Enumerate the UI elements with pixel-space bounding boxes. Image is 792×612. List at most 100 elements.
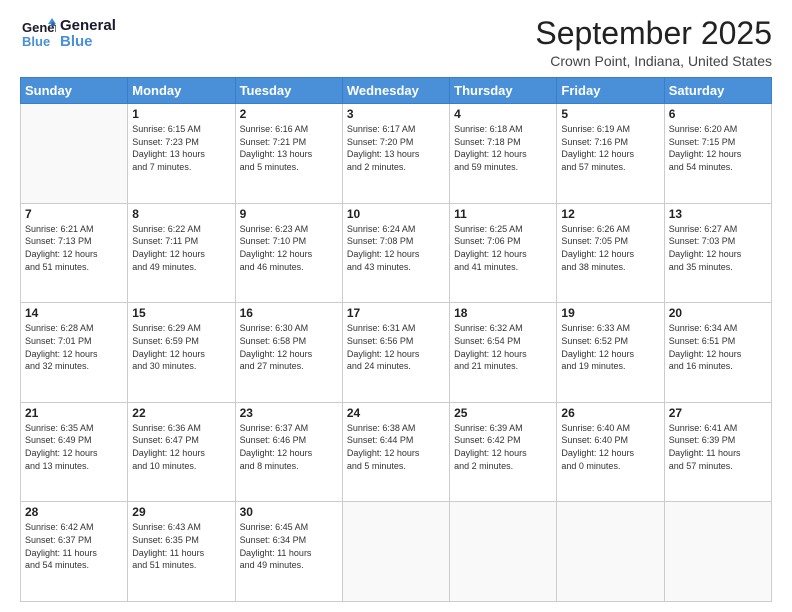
day-number: 29 [132, 505, 230, 519]
day-info: Sunrise: 6:20 AM Sunset: 7:15 PM Dayligh… [669, 123, 767, 173]
calendar-cell: 23 Sunrise: 6:37 AM Sunset: 6:46 PM Dayli… [235, 402, 342, 502]
calendar-table: SundayMondayTuesdayWednesdayThursdayFrid… [20, 77, 772, 602]
day-info: Sunrise: 6:24 AM Sunset: 7:08 PM Dayligh… [347, 223, 445, 273]
day-info: Sunrise: 6:18 AM Sunset: 7:18 PM Dayligh… [454, 123, 552, 173]
day-number: 10 [347, 207, 445, 221]
day-number: 7 [25, 207, 123, 221]
day-number: 16 [240, 306, 338, 320]
calendar-cell: 29 Sunrise: 6:43 AM Sunset: 6:35 PM Dayli… [128, 502, 235, 602]
calendar-cell [21, 104, 128, 204]
calendar-cell: 10 Sunrise: 6:24 AM Sunset: 7:08 PM Dayli… [342, 203, 449, 303]
day-number: 3 [347, 107, 445, 121]
day-info: Sunrise: 6:34 AM Sunset: 6:51 PM Dayligh… [669, 322, 767, 372]
day-number: 19 [561, 306, 659, 320]
day-number: 22 [132, 406, 230, 420]
header: General Blue General Blue September 2025… [20, 16, 772, 69]
calendar-cell: 13Sunrise: 6:27 AM Sunset: 7:03 PM Dayli… [664, 203, 771, 303]
calendar-week-row: 14Sunrise: 6:28 AM Sunset: 7:01 PM Dayli… [21, 303, 772, 403]
day-number: 23 [240, 406, 338, 420]
calendar-cell: 26 Sunrise: 6:40 AM Sunset: 6:40 PM Dayli… [557, 402, 664, 502]
calendar-day-header: Saturday [664, 78, 771, 104]
calendar-cell [450, 502, 557, 602]
calendar-week-row: 21Sunrise: 6:35 AM Sunset: 6:49 PM Dayli… [21, 402, 772, 502]
calendar-cell [342, 502, 449, 602]
calendar-cell: 15Sunrise: 6:29 AM Sunset: 6:59 PM Dayli… [128, 303, 235, 403]
day-info: Sunrise: 6:33 AM Sunset: 6:52 PM Dayligh… [561, 322, 659, 372]
calendar-cell: 1 Sunrise: 6:15 AM Sunset: 7:23 PM Daylig… [128, 104, 235, 204]
calendar-cell: 7 Sunrise: 6:21 AM Sunset: 7:13 PM Daylig… [21, 203, 128, 303]
calendar-cell: 19 Sunrise: 6:33 AM Sunset: 6:52 PM Dayli… [557, 303, 664, 403]
subtitle: Crown Point, Indiana, United States [535, 53, 772, 69]
calendar-cell: 12 Sunrise: 6:26 AM Sunset: 7:05 PM Dayli… [557, 203, 664, 303]
calendar-cell: 11Sunrise: 6:25 AM Sunset: 7:06 PM Dayli… [450, 203, 557, 303]
day-number: 15 [132, 306, 230, 320]
logo: General Blue General Blue [20, 16, 116, 52]
day-info: Sunrise: 6:35 AM Sunset: 6:49 PM Dayligh… [25, 422, 123, 472]
calendar-cell: 22 Sunrise: 6:36 AM Sunset: 6:47 PM Dayli… [128, 402, 235, 502]
calendar-cell: 24Sunrise: 6:38 AM Sunset: 6:44 PM Dayli… [342, 402, 449, 502]
day-info: Sunrise: 6:41 AM Sunset: 6:39 PM Dayligh… [669, 422, 767, 472]
day-number: 4 [454, 107, 552, 121]
calendar-day-header: Friday [557, 78, 664, 104]
calendar-day-header: Monday [128, 78, 235, 104]
calendar-cell: 16 Sunrise: 6:30 AM Sunset: 6:58 PM Dayli… [235, 303, 342, 403]
day-number: 30 [240, 505, 338, 519]
calendar-cell [557, 502, 664, 602]
day-info: Sunrise: 6:36 AM Sunset: 6:47 PM Dayligh… [132, 422, 230, 472]
day-number: 1 [132, 107, 230, 121]
day-info: Sunrise: 6:45 AM Sunset: 6:34 PM Dayligh… [240, 521, 338, 571]
day-number: 24 [347, 406, 445, 420]
day-info: Sunrise: 6:37 AM Sunset: 6:46 PM Dayligh… [240, 422, 338, 472]
calendar-day-header: Thursday [450, 78, 557, 104]
calendar-header-row: SundayMondayTuesdayWednesdayThursdayFrid… [21, 78, 772, 104]
calendar-cell: 30 Sunrise: 6:45 AM Sunset: 6:34 PM Dayli… [235, 502, 342, 602]
calendar-day-header: Sunday [21, 78, 128, 104]
day-info: Sunrise: 6:21 AM Sunset: 7:13 PM Dayligh… [25, 223, 123, 273]
day-info: Sunrise: 6:16 AM Sunset: 7:21 PM Dayligh… [240, 123, 338, 173]
calendar-cell [664, 502, 771, 602]
day-info: Sunrise: 6:39 AM Sunset: 6:42 PM Dayligh… [454, 422, 552, 472]
calendar-cell: 5Sunrise: 6:19 AM Sunset: 7:16 PM Daylig… [557, 104, 664, 204]
day-number: 9 [240, 207, 338, 221]
day-info: Sunrise: 6:31 AM Sunset: 6:56 PM Dayligh… [347, 322, 445, 372]
day-info: Sunrise: 6:19 AM Sunset: 7:16 PM Dayligh… [561, 123, 659, 173]
logo-line1: General [60, 18, 116, 35]
calendar-week-row: 7 Sunrise: 6:21 AM Sunset: 7:13 PM Daylig… [21, 203, 772, 303]
day-info: Sunrise: 6:43 AM Sunset: 6:35 PM Dayligh… [132, 521, 230, 571]
calendar-cell: 2 Sunrise: 6:16 AM Sunset: 7:21 PM Daylig… [235, 104, 342, 204]
calendar-cell: 6Sunrise: 6:20 AM Sunset: 7:15 PM Daylig… [664, 104, 771, 204]
calendar-cell: 14Sunrise: 6:28 AM Sunset: 7:01 PM Dayli… [21, 303, 128, 403]
calendar-day-header: Tuesday [235, 78, 342, 104]
main-title: September 2025 [535, 16, 772, 51]
day-info: Sunrise: 6:23 AM Sunset: 7:10 PM Dayligh… [240, 223, 338, 273]
day-info: Sunrise: 6:17 AM Sunset: 7:20 PM Dayligh… [347, 123, 445, 173]
day-info: Sunrise: 6:42 AM Sunset: 6:37 PM Dayligh… [25, 521, 123, 571]
day-number: 18 [454, 306, 552, 320]
day-info: Sunrise: 6:30 AM Sunset: 6:58 PM Dayligh… [240, 322, 338, 372]
calendar-cell: 4 Sunrise: 6:18 AM Sunset: 7:18 PM Daylig… [450, 104, 557, 204]
day-info: Sunrise: 6:32 AM Sunset: 6:54 PM Dayligh… [454, 322, 552, 372]
calendar-cell: 9 Sunrise: 6:23 AM Sunset: 7:10 PM Daylig… [235, 203, 342, 303]
svg-text:Blue: Blue [22, 34, 50, 49]
day-number: 27 [669, 406, 767, 420]
calendar-cell: 18 Sunrise: 6:32 AM Sunset: 6:54 PM Dayli… [450, 303, 557, 403]
calendar-cell: 20 Sunrise: 6:34 AM Sunset: 6:51 PM Dayli… [664, 303, 771, 403]
day-info: Sunrise: 6:15 AM Sunset: 7:23 PM Dayligh… [132, 123, 230, 173]
day-info: Sunrise: 6:27 AM Sunset: 7:03 PM Dayligh… [669, 223, 767, 273]
day-number: 14 [25, 306, 123, 320]
day-number: 12 [561, 207, 659, 221]
day-info: Sunrise: 6:40 AM Sunset: 6:40 PM Dayligh… [561, 422, 659, 472]
day-number: 28 [25, 505, 123, 519]
calendar-cell: 21Sunrise: 6:35 AM Sunset: 6:49 PM Dayli… [21, 402, 128, 502]
day-number: 26 [561, 406, 659, 420]
calendar-day-header: Wednesday [342, 78, 449, 104]
day-info: Sunrise: 6:25 AM Sunset: 7:06 PM Dayligh… [454, 223, 552, 273]
title-block: September 2025 Crown Point, Indiana, Uni… [535, 16, 772, 69]
calendar-week-row: 28 Sunrise: 6:42 AM Sunset: 6:37 PM Dayli… [21, 502, 772, 602]
calendar-cell: 27 Sunrise: 6:41 AM Sunset: 6:39 PM Dayli… [664, 402, 771, 502]
day-info: Sunrise: 6:26 AM Sunset: 7:05 PM Dayligh… [561, 223, 659, 273]
day-number: 20 [669, 306, 767, 320]
day-number: 8 [132, 207, 230, 221]
day-number: 25 [454, 406, 552, 420]
day-number: 2 [240, 107, 338, 121]
